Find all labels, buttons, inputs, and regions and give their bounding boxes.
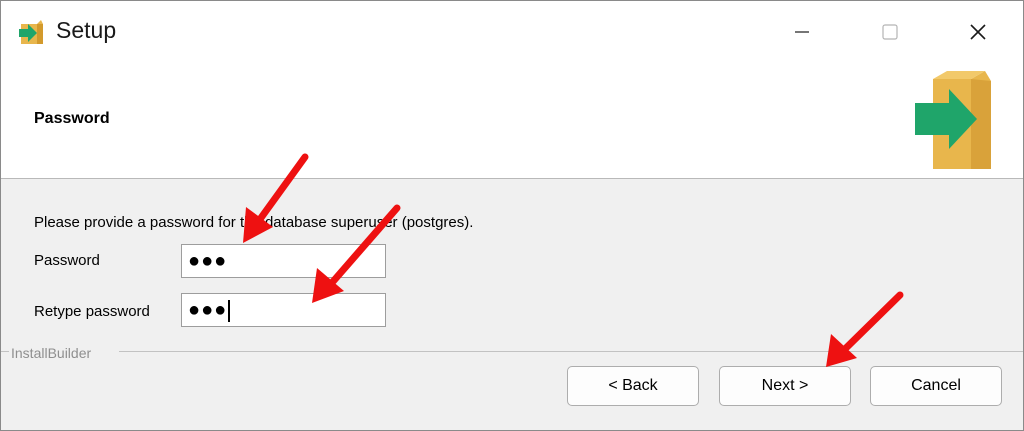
footer-divider [119, 351, 1023, 352]
title-bar[interactable]: Setup [1, 1, 1023, 63]
maximize-icon [882, 24, 898, 40]
footer-divider-left [1, 351, 9, 352]
close-button[interactable] [943, 1, 1013, 63]
page-header: Password [1, 63, 1023, 179]
retype-password-label: Retype password [34, 303, 150, 320]
retype-password-masked-value: ●●● [188, 299, 228, 321]
password-masked-value: ●●● [188, 250, 228, 272]
maximize-button[interactable] [855, 1, 925, 63]
next-button[interactable]: Next > [719, 366, 851, 406]
password-input[interactable]: ●●● [181, 244, 386, 278]
text-caret [228, 299, 231, 322]
password-label: Password [34, 252, 100, 269]
password-instructions: Please provide a password for the databa… [34, 214, 474, 231]
window-title: Setup [56, 17, 117, 43]
setup-window: Setup Password Please provide a password… [0, 0, 1024, 431]
installbuilder-brand: InstallBuilder [11, 345, 92, 361]
minimize-button[interactable] [767, 1, 837, 63]
page-title: Password [34, 110, 110, 127]
close-icon [970, 24, 986, 40]
back-button[interactable]: < Back [567, 366, 699, 406]
cancel-button[interactable]: Cancel [870, 366, 1002, 406]
retype-password-input[interactable]: ●●● [181, 293, 386, 327]
installer-logo-icon [911, 69, 997, 173]
installer-box-arrow-icon [17, 18, 47, 46]
minimize-icon [795, 31, 809, 33]
